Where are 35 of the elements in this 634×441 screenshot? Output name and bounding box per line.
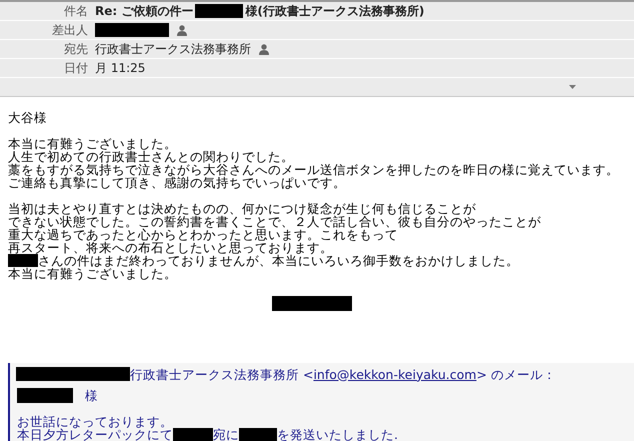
redaction-bar xyxy=(239,428,277,441)
redaction-bar xyxy=(8,254,38,267)
expand-caret-icon[interactable] xyxy=(569,85,576,89)
field-label: 宛先 xyxy=(63,40,89,58)
text: 藁をもすがる気持ちで泣きながら大谷さんへのメール送信ボタンを押したのを昨日の様に覚えています。 xyxy=(8,163,619,176)
person-icon xyxy=(259,44,269,54)
text: さんの件はまだ終わっておりませんが、本当にいろいろ御手数をおかけしました。 xyxy=(38,254,519,267)
text: 様 xyxy=(85,389,98,402)
text: 本当に有難うございました。 xyxy=(8,267,177,280)
text: Re: ご依頼の件ー xyxy=(95,2,194,20)
text: お世話になっております。 xyxy=(17,415,173,428)
text: 本日夕方レターパックにて xyxy=(17,428,173,441)
text: 宛に xyxy=(213,428,239,441)
text: ご連絡も真摯にして頂き、感謝の気持ちでいっぱいです。 xyxy=(8,176,346,189)
redaction-bar xyxy=(173,428,213,441)
text: 行政書士アークス法務事務所 < xyxy=(130,368,314,380)
field-label: 件名 xyxy=(63,2,89,20)
person-icon xyxy=(177,24,187,36)
text: 当初は夫とやり直すとは決めたものの、何かにつけ疑念が生じ何も信じることが xyxy=(8,202,476,215)
text: 再スタート、将来への布石としたいと思っております。 xyxy=(8,241,333,254)
text: 人生で初めての行政書士さんとの関わりでした。 xyxy=(8,150,294,163)
redaction-bar xyxy=(17,388,73,403)
text: できない状態でした。この誓約書を書くことで、２人で話し合い、彼も自分のやったことが xyxy=(8,215,541,228)
text: 行政書士アークス法務事務所 xyxy=(95,40,251,58)
text: 様(行政書士アークス法務事務所) xyxy=(245,2,424,20)
text: > のメール： xyxy=(476,368,556,380)
text: 本当に有難うございました。 xyxy=(8,137,177,150)
field-label: 日付 xyxy=(63,60,89,76)
text: を発送いたしました. xyxy=(277,428,398,441)
text: 月 11:25 xyxy=(95,60,146,76)
email-link[interactable]: info@kekkon-keiyaku.com xyxy=(313,368,476,380)
text: 大谷様 xyxy=(8,111,47,124)
text: 重大な過ちであったと心からとわかったと思います。これをもって xyxy=(8,228,398,241)
field-label: 差出人 xyxy=(51,22,89,38)
redaction-bar xyxy=(195,4,244,18)
